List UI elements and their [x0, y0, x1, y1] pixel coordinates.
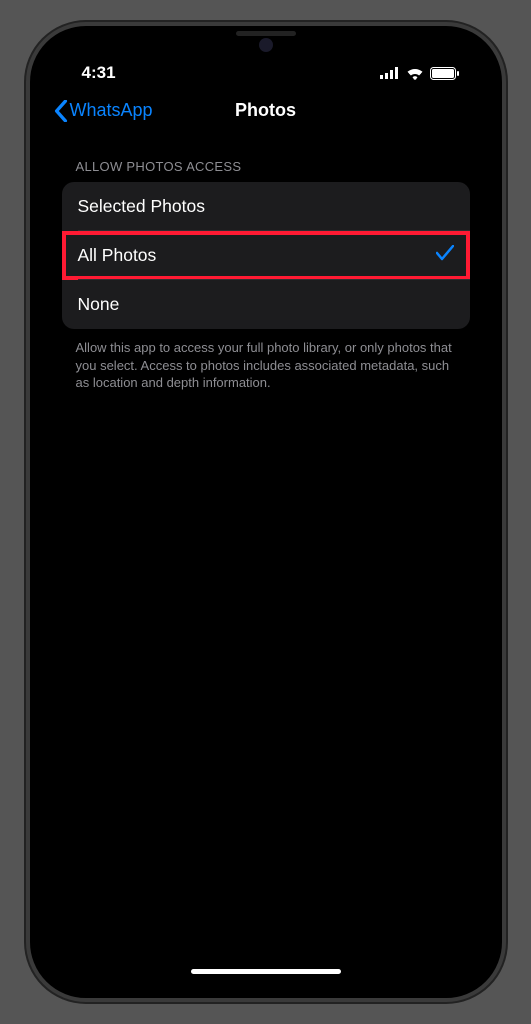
option-all-photos[interactable]: All Photos [62, 231, 470, 280]
volume-down [26, 351, 30, 411]
section-footer: Allow this app to access your full photo… [62, 329, 470, 392]
status-time: 4:31 [82, 63, 116, 83]
content: ALLOW PHOTOS ACCESS Selected Photos All … [44, 135, 488, 392]
power-button [502, 296, 506, 386]
mute-switch [26, 206, 30, 240]
status-icons [380, 67, 460, 80]
option-none[interactable]: None [62, 280, 470, 329]
speaker [236, 31, 296, 36]
wifi-icon [406, 67, 424, 80]
option-label: All Photos [78, 245, 157, 266]
checkmark-icon [436, 245, 454, 266]
volume-up [26, 276, 30, 336]
option-label: Selected Photos [78, 196, 205, 217]
option-selected-photos[interactable]: Selected Photos [62, 182, 470, 231]
battery-icon [430, 67, 460, 80]
options-list: Selected Photos All Photos None [62, 182, 470, 329]
nav-bar: WhatsApp Photos [44, 90, 488, 135]
back-label: WhatsApp [70, 100, 153, 121]
phone-frame: 4:31 WhatsApp Photos ALLOW PHOTOS ACCESS… [26, 22, 506, 1002]
screen: 4:31 WhatsApp Photos ALLOW PHOTOS ACCESS… [44, 40, 488, 984]
home-indicator[interactable] [191, 969, 341, 974]
option-label: None [78, 294, 120, 315]
front-camera [259, 38, 273, 52]
cellular-icon [380, 67, 400, 79]
chevron-left-icon [54, 100, 68, 122]
back-button[interactable]: WhatsApp [54, 100, 153, 122]
page-title: Photos [235, 100, 296, 121]
section-header: ALLOW PHOTOS ACCESS [62, 159, 470, 182]
